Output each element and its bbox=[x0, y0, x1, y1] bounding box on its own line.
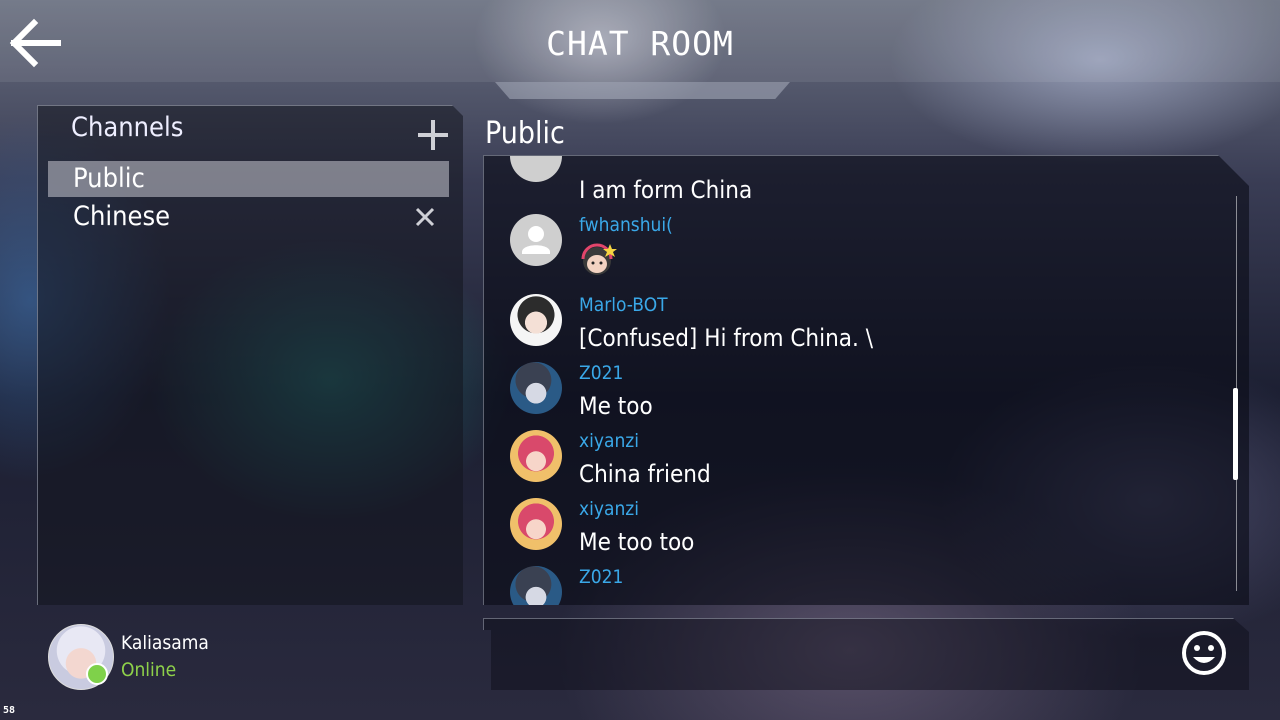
page-title: CHAT ROOM bbox=[546, 24, 734, 63]
message-sender[interactable]: fwhanshui( bbox=[579, 214, 673, 236]
message-sender[interactable]: Z021 bbox=[579, 362, 623, 384]
channel-label: Chinese bbox=[73, 201, 171, 232]
close-icon[interactable] bbox=[415, 207, 435, 227]
channel-item-chinese[interactable]: Chinese bbox=[48, 199, 449, 235]
add-channel-icon[interactable] bbox=[416, 118, 450, 152]
user-status: Online bbox=[121, 659, 177, 681]
channel-label: Public bbox=[73, 163, 145, 194]
avatar[interactable] bbox=[510, 430, 562, 482]
avatar[interactable] bbox=[510, 214, 562, 266]
current-user: Kaliasama Online bbox=[48, 624, 348, 690]
message-sender[interactable]: Z021 bbox=[579, 566, 623, 588]
top-notch-decoration bbox=[495, 82, 790, 99]
message-text: Me too too bbox=[579, 528, 695, 556]
message-text: I am form China bbox=[579, 176, 753, 204]
message-input[interactable] bbox=[483, 618, 1249, 690]
online-status-dot bbox=[86, 663, 108, 685]
avatar[interactable] bbox=[510, 566, 562, 605]
message-text: Me too bbox=[579, 392, 653, 420]
message-sender[interactable]: xiyanzi bbox=[579, 498, 639, 520]
username: Kaliasama bbox=[121, 632, 209, 654]
avatar[interactable] bbox=[510, 498, 562, 550]
message-sender[interactable]: xiyanzi bbox=[579, 430, 639, 452]
emoji-icon[interactable] bbox=[1180, 629, 1228, 677]
avatar[interactable] bbox=[510, 362, 562, 414]
avatar[interactable] bbox=[510, 294, 562, 346]
message-text: China friend bbox=[579, 460, 711, 488]
channel-item-public[interactable]: Public bbox=[48, 161, 449, 197]
channels-panel: Channels Public Chinese bbox=[37, 105, 463, 605]
avatar[interactable] bbox=[510, 156, 562, 182]
default-user-icon bbox=[522, 226, 550, 254]
current-channel-title: Public bbox=[485, 116, 565, 151]
message-text: [Confused] Hi from China. \ bbox=[579, 324, 874, 352]
fps-counter: 58 bbox=[3, 705, 16, 716]
scrollbar-thumb[interactable] bbox=[1233, 388, 1238, 480]
message-list[interactable]: I am form China fwhanshui( Marlo-BOT [Co… bbox=[483, 155, 1249, 605]
message-sender[interactable]: Marlo-BOT bbox=[579, 294, 668, 316]
sticker-icon bbox=[581, 243, 617, 275]
channels-header: Channels bbox=[71, 112, 184, 143]
